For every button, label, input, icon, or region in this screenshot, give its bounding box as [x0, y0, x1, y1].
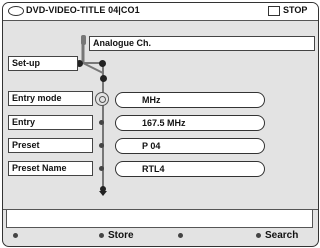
row-bullet-entry [99, 120, 104, 125]
search-label: Search [265, 230, 299, 241]
yellow-button-icon [178, 232, 183, 238]
selection-ring-icon [95, 92, 109, 106]
blue-button-icon [256, 232, 261, 238]
red-button-icon [13, 232, 18, 238]
entry-mode-value[interactable]: MHz [115, 92, 265, 108]
tv-screen: DVD-VIDEO-TITLE 04|CO1 STOP Analogue Ch.… [2, 2, 319, 247]
row-bullet-preset [99, 143, 104, 148]
search-button[interactable]: Search [256, 230, 298, 242]
menu-item-setup[interactable]: Set-up [8, 56, 78, 71]
entry-value[interactable]: 167.5 MHz [115, 115, 265, 131]
row-label-entry[interactable]: Entry [8, 115, 93, 130]
breadcrumb: Analogue Ch. [89, 36, 315, 51]
scroll-down-icon[interactable] [99, 186, 107, 196]
tree-dot-mid [100, 75, 107, 82]
tree-dot-setup-2 [99, 60, 106, 67]
row-label-preset[interactable]: Preset [8, 138, 93, 153]
row-bullet-preset-name [99, 166, 104, 171]
preset-name-value[interactable]: RTL4 [115, 161, 265, 177]
preset-value[interactable]: P 04 [115, 138, 265, 154]
function-button-3[interactable] [178, 230, 187, 242]
message-box [6, 209, 313, 228]
row-label-entry-mode[interactable]: Entry mode [8, 91, 93, 106]
store-label: Store [108, 230, 134, 241]
store-button[interactable]: Store [99, 230, 134, 242]
row-label-preset-name[interactable]: Preset Name [8, 161, 93, 176]
tree-dot-top [81, 35, 86, 45]
function-button-1[interactable] [13, 230, 22, 242]
green-button-icon [99, 232, 104, 238]
